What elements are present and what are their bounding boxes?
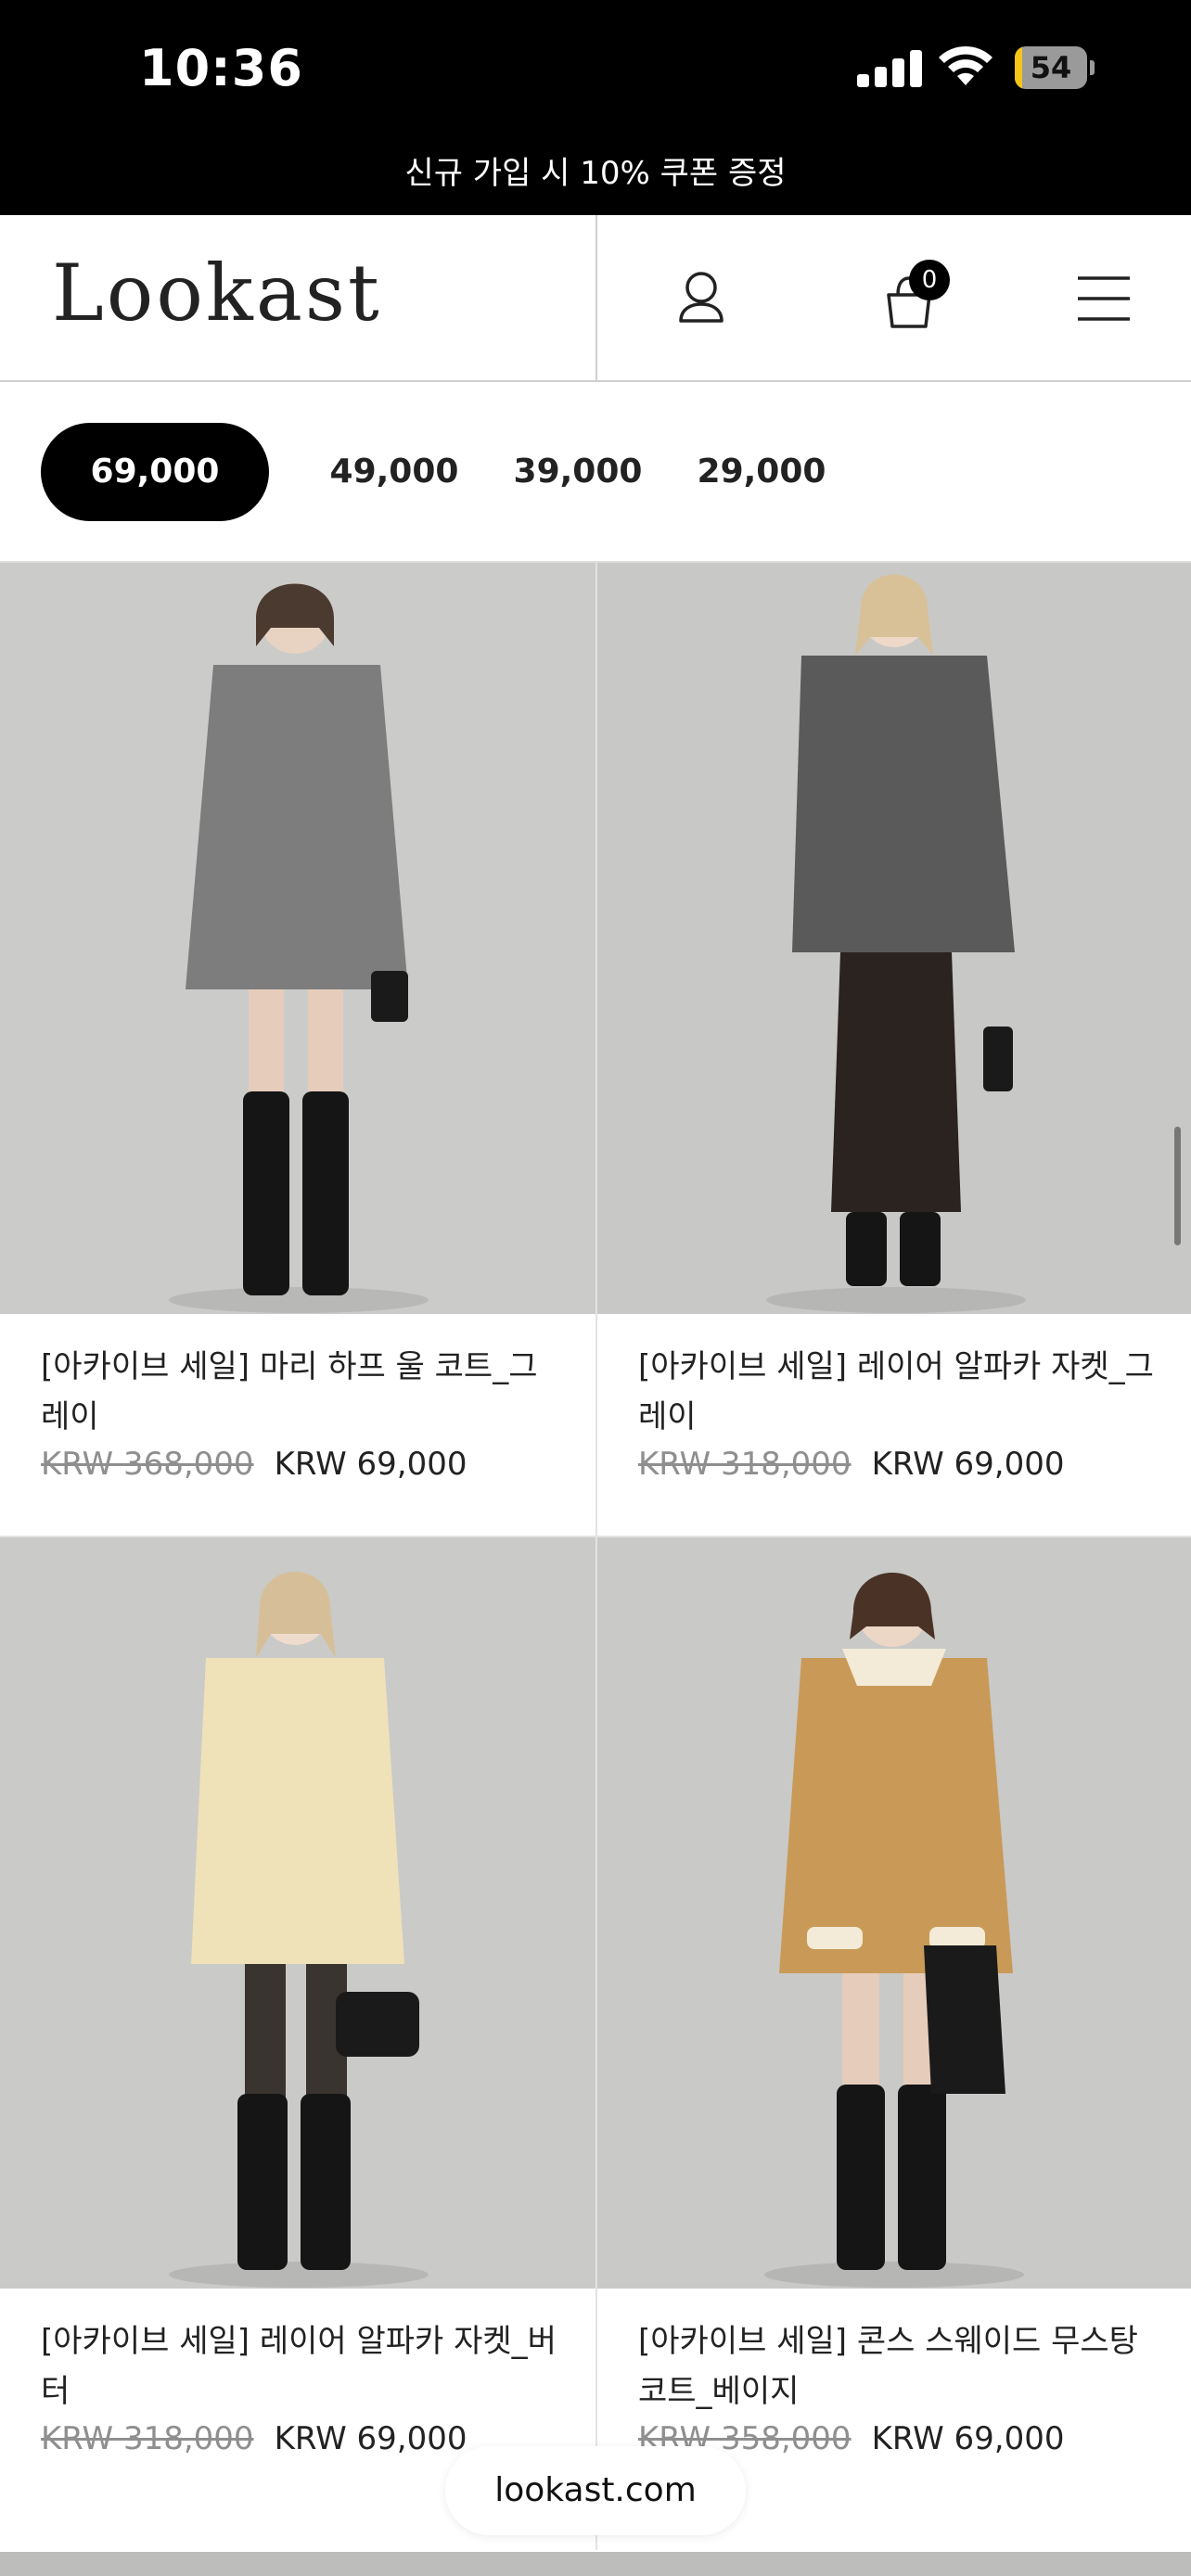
product-name[interactable]: [아카이브 세일] 콘스 스웨이드 무스탕 코트_베이지 (638, 2316, 1158, 2417)
product-card[interactable]: [아카이브 세일] 콘스 스웨이드 무스탕 코트_베이지 KRW 358,000… (596, 1537, 1191, 2550)
product-name[interactable]: [아카이브 세일] 레이어 알파카 자켓_그레이 (638, 1342, 1158, 1442)
account-button[interactable] (662, 260, 740, 338)
price-filter-bar: 69,000 49,000 39,000 29,000 (0, 382, 1191, 563)
product-name[interactable]: [아카이브 세일] 마리 하프 울 코트_그레이 (41, 1342, 560, 1442)
browser-url-bar[interactable]: lookast.com (445, 2446, 746, 2535)
cellular-signal-icon (857, 48, 922, 87)
sale-price: KRW 69,000 (871, 2420, 1065, 2457)
product-card[interactable]: [아카이브 세일] 마리 하프 울 코트_그레이 KRW 368,000 KRW … (0, 563, 596, 1575)
scrollbar[interactable] (1174, 1127, 1181, 1245)
hamburger-menu-icon (1078, 276, 1130, 321)
promo-banner[interactable]: 신규 가입 시 10% 쿠폰 증정 (0, 132, 1191, 215)
header-divider (596, 215, 597, 382)
site-header: Lookast 0 (0, 215, 1191, 382)
cart-button[interactable]: 0 (870, 260, 950, 338)
menu-button[interactable] (1065, 260, 1143, 338)
product-image[interactable] (597, 563, 1191, 1314)
status-time: 10:36 (139, 39, 303, 97)
next-row-preview (0, 2552, 1191, 2576)
original-price: KRW 318,000 (41, 2420, 254, 2457)
filter-chip-39000[interactable]: 39,000 (499, 423, 657, 521)
product-card[interactable]: [아카이브 세일] 레이어 알파카 자켓_그레이 KRW 318,000 KRW … (596, 563, 1191, 1575)
battery-icon: 54 (1015, 46, 1095, 89)
product-name[interactable]: [아카이브 세일] 레이어 알파카 자켓_버터 (41, 2316, 560, 2417)
brand-logo[interactable]: Lookast (52, 254, 382, 332)
product-image[interactable] (0, 563, 596, 1314)
sale-price: KRW 69,000 (274, 1446, 467, 1483)
filter-chip-69000[interactable]: 69,000 (41, 423, 269, 521)
filter-chip-49000[interactable]: 49,000 (315, 423, 473, 521)
price-row: KRW 368,000 KRW 69,000 (41, 1446, 467, 1483)
price-row: KRW 318,000 KRW 69,000 (41, 2420, 467, 2457)
battery-level: 54 (1030, 50, 1072, 85)
price-row: KRW 318,000 KRW 69,000 (638, 1446, 1065, 1483)
user-icon (679, 272, 724, 323)
original-price: KRW 318,000 (638, 1446, 852, 1483)
product-image[interactable] (0, 1537, 596, 2289)
sale-price: KRW 69,000 (871, 1446, 1065, 1483)
wifi-icon (939, 45, 992, 85)
original-price: KRW 368,000 (41, 1446, 254, 1483)
sale-price: KRW 69,000 (274, 2420, 467, 2457)
product-image[interactable] (597, 1537, 1191, 2289)
cart-count-badge: 0 (909, 260, 950, 300)
filter-chip-29000[interactable]: 29,000 (683, 423, 840, 521)
status-bar: 10:36 54 (0, 0, 1191, 132)
product-card[interactable]: [아카이브 세일] 레이어 알파카 자켓_버터 KRW 318,000 KRW 6… (0, 1537, 596, 2550)
